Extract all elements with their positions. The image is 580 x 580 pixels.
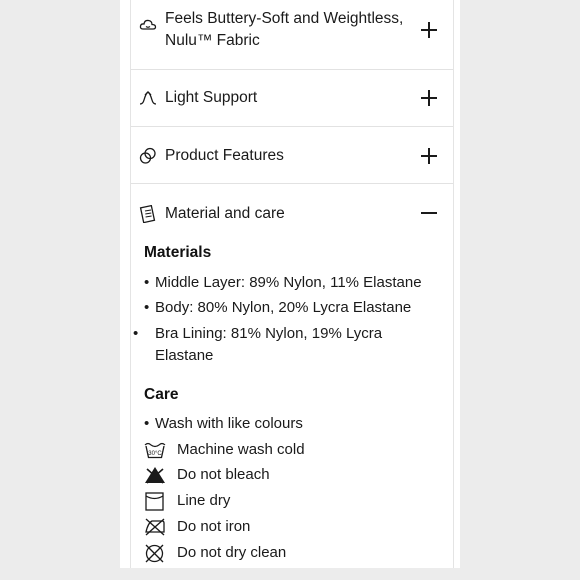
accordion-container: Feels Buttery-Soft and Weightless, Nulu™… — [130, 0, 454, 568]
accordion-item-material-care[interactable]: Material and care — [131, 183, 453, 243]
svg-text:30°C: 30°C — [148, 451, 162, 457]
support-arrow-icon — [139, 91, 157, 105]
no-iron-icon — [145, 518, 165, 536]
care-label: Do not iron — [177, 518, 251, 535]
care-label: Line dry — [177, 492, 231, 509]
care-label: Machine wash cold — [177, 441, 305, 458]
accordion-label-support: Light Support — [165, 89, 258, 106]
cloud-icon — [139, 19, 157, 30]
accordion-label-features: Product Features — [165, 147, 284, 164]
wash-cold-icon: 30°C — [144, 442, 166, 459]
material-item: • Bra Lining: 81% Nylon, 19% Lycra Elasta… — [133, 325, 383, 364]
accordion-item-fabric[interactable]: Feels Buttery-Soft and Weightless, Nulu™… — [131, 0, 453, 70]
document-icon — [139, 205, 156, 223]
accordion-item-support[interactable]: Light Support — [131, 69, 453, 127]
product-details-panel: Feels Buttery-Soft and Weightless, Nulu™… — [120, 0, 460, 568]
care-label: Do not bleach — [177, 466, 270, 483]
line-dry-icon — [145, 492, 164, 511]
features-circles-icon — [139, 147, 156, 164]
no-dry-clean-icon — [145, 544, 164, 563]
minus-icon[interactable] — [421, 205, 437, 221]
plus-icon[interactable] — [421, 148, 437, 164]
accordion-label-fabric: Feels Buttery-Soft and Weightless, Nulu™… — [165, 10, 404, 49]
plus-icon[interactable] — [421, 22, 437, 38]
plus-icon[interactable] — [421, 90, 437, 106]
care-label: Do not dry clean — [177, 544, 287, 561]
materials-heading: Materials — [144, 244, 212, 261]
care-bullet: • Wash with like colours — [144, 415, 303, 432]
material-item: • Middle Layer: 89% Nylon, 11% Elastane — [144, 274, 422, 291]
accordion-item-features[interactable]: Product Features — [131, 126, 453, 184]
accordion-label-material-care: Material and care — [165, 205, 285, 222]
care-heading: Care — [144, 386, 179, 403]
no-bleach-icon — [145, 467, 165, 484]
material-item: • Body: 80% Nylon, 20% Lycra Elastane — [144, 299, 412, 316]
